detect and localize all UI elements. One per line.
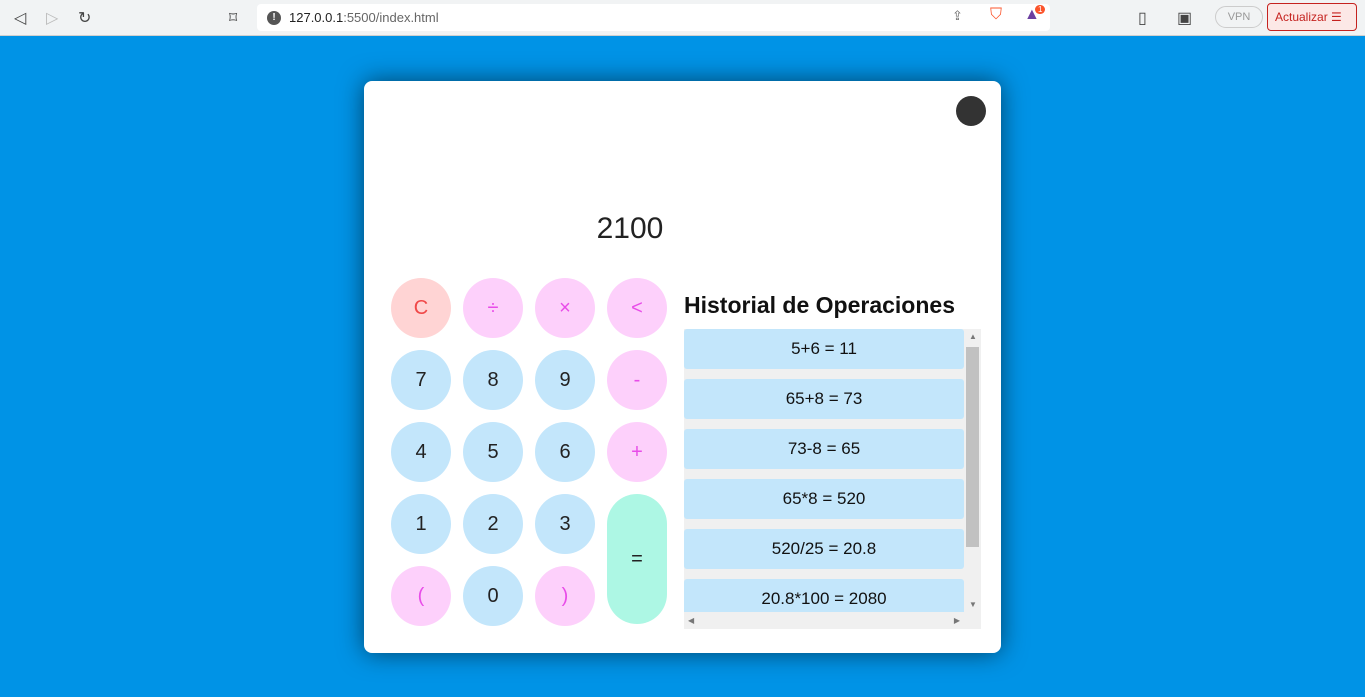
key-÷[interactable]: ÷ <box>463 278 523 338</box>
browser-toolbar: ◁ ▷ ↻ ⌑ ! 127.0.0.1:5500/index.html ⇪ ⛉ … <box>0 0 1365 36</box>
vertical-scrollbar[interactable]: ▲ ▼ <box>964 329 981 612</box>
url-host: 127.0.0.1 <box>289 10 344 25</box>
key-=[interactable]: = <box>607 494 667 624</box>
key-<[interactable]: < <box>607 278 667 338</box>
horizontal-scrollbar[interactable]: ◀ ▶ <box>684 612 964 629</box>
key-3[interactable]: 3 <box>535 494 595 554</box>
history-item[interactable]: 65+8 = 73 <box>684 379 964 419</box>
back-icon[interactable]: ◁ <box>14 8 26 28</box>
key-1[interactable]: 1 <box>391 494 451 554</box>
key--[interactable]: - <box>607 350 667 410</box>
key-5[interactable]: 5 <box>463 422 523 482</box>
brave-shield-icon[interactable]: ⛉ <box>990 6 1002 24</box>
key-0[interactable]: 0 <box>463 566 523 626</box>
forward-icon[interactable]: ▷ <box>46 8 58 28</box>
reload-icon[interactable]: ↻ <box>78 8 91 28</box>
key-4[interactable]: 4 <box>391 422 451 482</box>
key-+[interactable]: + <box>607 422 667 482</box>
vpn-button[interactable]: VPN <box>1215 6 1263 28</box>
rewards-badge: 1 <box>1035 5 1046 14</box>
vpn-label: VPN <box>1227 11 1251 23</box>
key-)[interactable]: ) <box>535 566 595 626</box>
address-bar[interactable]: ! 127.0.0.1:5500/index.html ⇪ ⛉ ▲ 1 <box>257 4 1050 31</box>
update-button[interactable]: Actualizar ☰ <box>1267 3 1357 31</box>
key-7[interactable]: 7 <box>391 350 451 410</box>
history-item[interactable]: 520/25 = 20.8 <box>684 529 964 569</box>
bookmark-icon[interactable]: ⌑ <box>229 8 237 28</box>
key-8[interactable]: 8 <box>463 350 523 410</box>
history-title: Historial de Operaciones <box>684 292 955 318</box>
sidebar-icon[interactable]: ▯ <box>1138 8 1147 28</box>
history-item[interactable]: 73-8 = 65 <box>684 429 964 469</box>
key-2[interactable]: 2 <box>463 494 523 554</box>
share-icon[interactable]: ⇪ <box>952 8 963 24</box>
key-([interactable]: ( <box>391 566 451 626</box>
key-9[interactable]: 9 <box>535 350 595 410</box>
update-label: Actualizar <box>1275 10 1328 24</box>
key-C[interactable]: C <box>391 278 451 338</box>
info-icon[interactable]: ! <box>267 10 281 25</box>
calculator-display: 2100 <box>596 212 664 245</box>
url-path: :5500/index.html <box>343 10 439 25</box>
key-×[interactable]: × <box>535 278 595 338</box>
calculator-card: 2100 C ÷ × <7 8 9- 4 5 6 +1 2 3 = (0) Historial de Op… <box>364 81 1001 653</box>
key-6[interactable]: 6 <box>535 422 595 482</box>
wallet-icon[interactable]: ▣ <box>1177 8 1192 28</box>
theme-toggle-button[interactable] <box>956 96 986 126</box>
history-item[interactable]: 65*8 = 520 <box>684 479 964 519</box>
history-item[interactable]: 5+6 = 11 <box>684 329 964 369</box>
history-list[interactable]: 5+6 = 11 65+8 = 73 73-8 = 65 65*8 = 520 520/… <box>684 329 981 629</box>
